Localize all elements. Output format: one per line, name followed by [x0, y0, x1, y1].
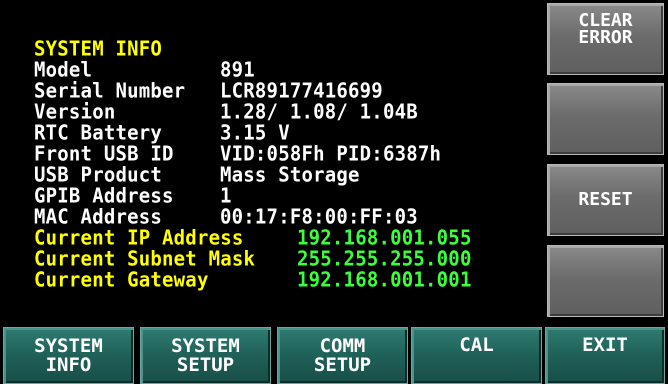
clear-error-button[interactable]: CLEAR ERROR — [547, 3, 664, 75]
instrument-screen: SYSTEM INFO Model 891 Serial Number LCR8… — [0, 0, 668, 384]
side-softkey-2-button[interactable] — [547, 83, 664, 155]
info-value: Mass Storage — [220, 162, 360, 187]
system-info-panel: SYSTEM INFO Model 891 Serial Number LCR8… — [34, 36, 544, 292]
info-row-current-gateway: Current Gateway 192.168.001.001 — [34, 267, 544, 292]
reset-button[interactable]: RESET — [547, 164, 664, 236]
exit-button[interactable]: EXIT — [545, 327, 665, 384]
system-info-button[interactable]: SYSTEM INFO — [3, 327, 134, 384]
network-value: 192.168.001.001 — [297, 267, 472, 292]
system-setup-button[interactable]: SYSTEM SETUP — [140, 327, 271, 384]
side-softkey-4-button[interactable] — [547, 245, 664, 317]
network-label: Current Gateway — [34, 267, 209, 292]
cal-button[interactable]: CAL — [411, 327, 542, 384]
page-title: SYSTEM INFO — [34, 36, 163, 61]
bottom-softkey-bar: SYSTEM INFO SYSTEM SETUP COMM SETUP CAL … — [0, 327, 668, 384]
comm-setup-button[interactable]: COMM SETUP — [277, 327, 408, 384]
